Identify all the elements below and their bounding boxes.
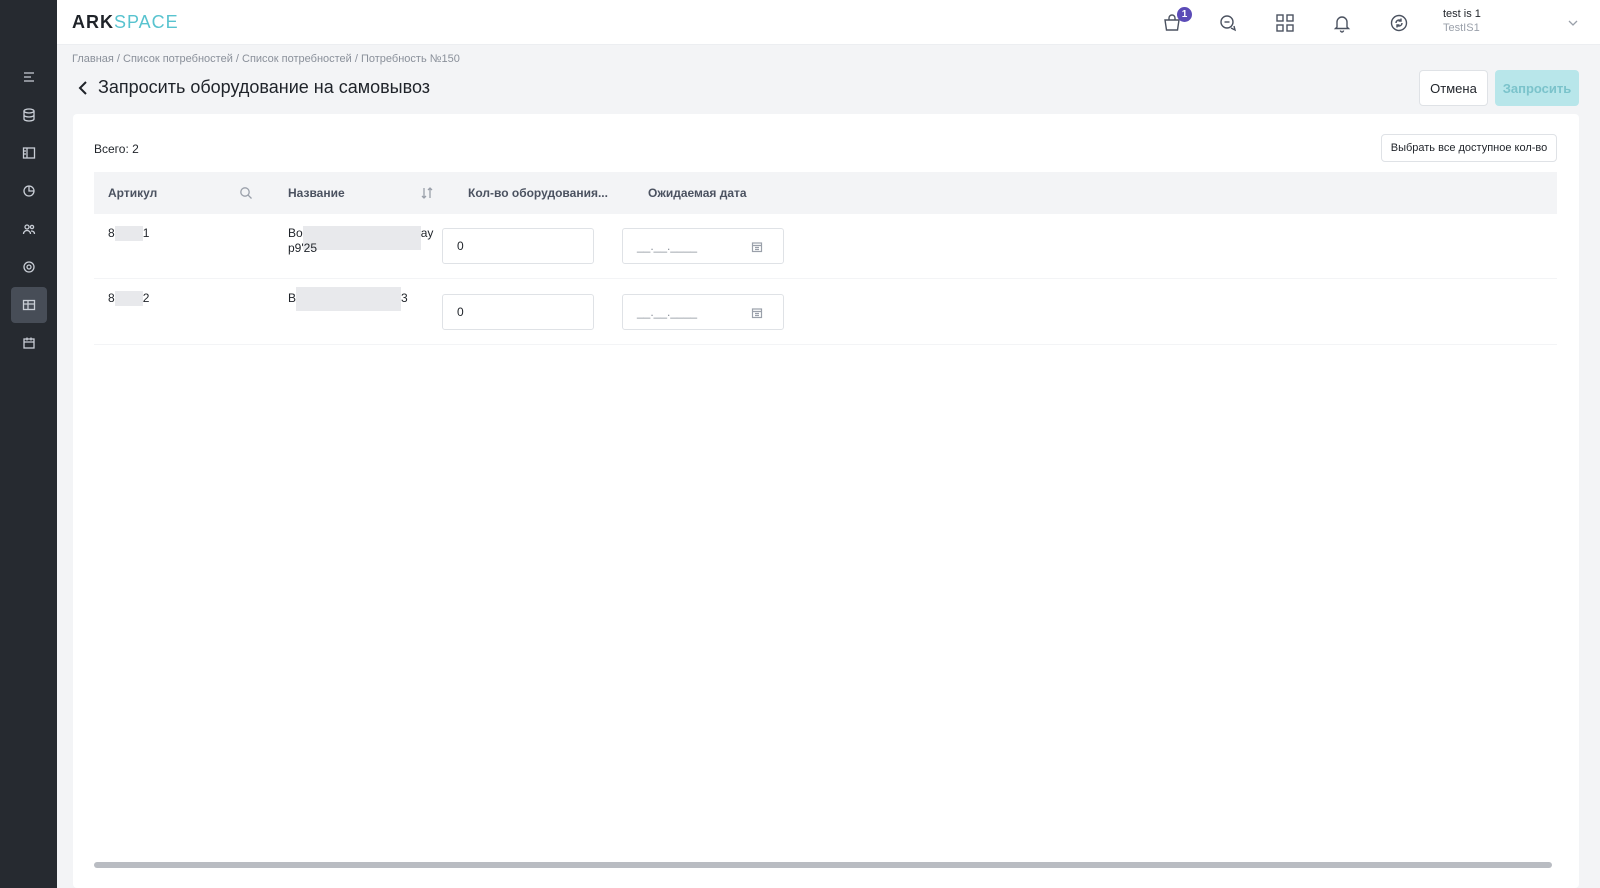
chevron-down-icon xyxy=(1568,20,1578,26)
name-cell: B3 xyxy=(288,287,408,311)
top-header: ARKSPACE 1 test is 1 TestIS1 xyxy=(57,0,1600,45)
notifications-button[interactable] xyxy=(1330,11,1354,35)
bell-icon xyxy=(1333,16,1351,33)
sidebar-item-panel[interactable] xyxy=(11,135,47,171)
date-mask: __.__.____ xyxy=(637,305,698,319)
sort-icon xyxy=(421,187,433,199)
total-count: Всего: 2 xyxy=(94,142,139,156)
redacted-block xyxy=(114,226,143,241)
sidebar-item-analytics[interactable] xyxy=(11,173,47,209)
back-button[interactable] xyxy=(76,80,90,96)
sidebar-item-database[interactable] xyxy=(11,97,47,133)
article-text: 2 xyxy=(142,291,150,305)
search-icon xyxy=(240,187,252,199)
chat-icon xyxy=(1220,15,1237,32)
calendar-icon xyxy=(23,337,35,349)
logo-ark-text: ARK xyxy=(72,12,114,32)
redacted-block xyxy=(114,291,143,306)
table-header: Артикул Название Кол-во оборудования... … xyxy=(94,172,1557,214)
sidebar xyxy=(0,0,57,888)
user-company: TestIS1 xyxy=(1443,22,1480,34)
article-text: 8 xyxy=(108,291,115,305)
name-text: 3 xyxy=(401,291,408,305)
user-name: test is 1 xyxy=(1443,8,1481,20)
column-name: Название xyxy=(288,186,345,200)
select-all-available-button[interactable]: Выбрать все доступное кол-во xyxy=(1381,134,1557,162)
apps-button[interactable] xyxy=(1273,11,1297,35)
table-row: 82 B3 __.__.____ xyxy=(94,280,1557,345)
expected-date-input[interactable]: __.__.____ xyxy=(622,294,784,330)
cart-button[interactable]: 1 xyxy=(1160,7,1192,35)
quantity-input[interactable] xyxy=(442,228,594,264)
calendar-icon[interactable] xyxy=(751,306,763,319)
grid-icon xyxy=(1276,14,1294,32)
article-cell: 81 xyxy=(108,226,149,241)
article-text: 8 xyxy=(108,226,115,240)
article-search-button[interactable] xyxy=(239,186,253,200)
article-text: 1 xyxy=(142,226,150,240)
article-cell: 82 xyxy=(108,291,149,306)
sync-icon xyxy=(1390,14,1408,32)
sidebar-item-table[interactable] xyxy=(11,287,47,323)
sidebar-item-users[interactable] xyxy=(11,211,47,247)
sync-button[interactable] xyxy=(1387,11,1411,35)
quantity-input[interactable] xyxy=(442,294,594,330)
chevron-left-icon xyxy=(78,81,87,95)
sidebar-item-settings[interactable] xyxy=(11,249,47,285)
list-icon xyxy=(24,72,34,82)
date-mask: __.__.____ xyxy=(637,239,698,253)
horizontal-scrollbar[interactable] xyxy=(94,862,1552,868)
expected-date-input[interactable]: __.__.____ xyxy=(622,228,784,264)
page-title: Запросить оборудование на самовывоз xyxy=(98,77,431,97)
settings-icon xyxy=(23,261,35,273)
column-qty: Кол-во оборудования... xyxy=(468,186,608,200)
panel-icon xyxy=(22,147,36,159)
logo-space-text: SPACE xyxy=(114,12,179,32)
cart-badge: 1 xyxy=(1177,7,1192,22)
redacted-block xyxy=(302,226,421,250)
app-logo[interactable]: ARKSPACE xyxy=(72,12,179,33)
column-date: Ожидаемая дата xyxy=(648,186,747,200)
name-sort-button[interactable] xyxy=(420,186,434,200)
table-icon xyxy=(22,299,36,311)
name-cell: Bo ay p9'25 xyxy=(288,226,438,256)
redacted-block xyxy=(296,287,402,311)
name-text: B xyxy=(288,291,297,305)
table-row: 81 Boay p9'25 __.__.____ xyxy=(94,214,1557,279)
name-text: Bo xyxy=(288,226,303,240)
sidebar-item-list[interactable] xyxy=(11,59,47,95)
calendar-icon[interactable] xyxy=(751,240,763,253)
column-article: Артикул xyxy=(108,186,158,200)
equipment-card: Всего: 2 Выбрать все доступное кол-во Ар… xyxy=(73,114,1579,888)
cancel-button[interactable]: Отмена xyxy=(1419,70,1488,106)
chat-button[interactable] xyxy=(1216,11,1240,35)
chart-icon xyxy=(23,185,35,197)
database-icon xyxy=(23,108,35,122)
user-menu-toggle[interactable] xyxy=(1567,16,1579,28)
users-icon xyxy=(22,224,36,235)
request-button[interactable]: Запросить xyxy=(1495,70,1579,106)
sidebar-item-calendar[interactable] xyxy=(11,325,47,361)
user-menu[interactable]: test is 1 TestIS1 xyxy=(1443,8,1481,34)
name-text: ay xyxy=(420,226,434,240)
breadcrumb[interactable]: Главная / Список потребностей / Список п… xyxy=(72,53,460,65)
